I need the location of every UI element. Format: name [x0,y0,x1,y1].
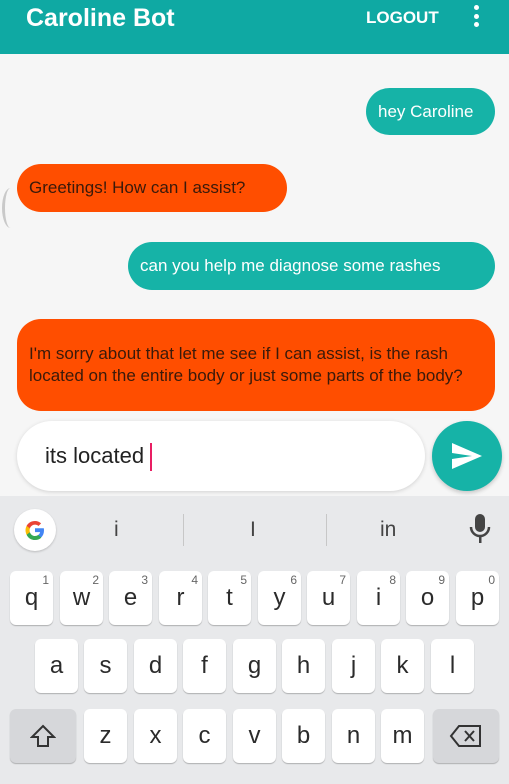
key[interactable]: m [381,709,424,763]
backspace-key[interactable] [433,709,499,763]
suggestion-bar: i I in [0,496,509,560]
key[interactable]: j [332,639,375,693]
key[interactable]: r4 [159,571,202,625]
text-cursor [150,443,153,472]
message-input[interactable]: its located [17,421,425,491]
divider [183,514,184,546]
key[interactable]: f [183,639,226,693]
user-message: can you help me diagnose some rashes [128,242,495,290]
key[interactable]: a [35,639,78,693]
app-title: Caroline Bot [26,4,175,32]
suggestion[interactable]: i [114,518,119,542]
scroll-indicator [2,188,19,228]
app-bar: Caroline Bot LOGOUT [0,0,509,54]
bot-message: Greetings! How can I assist? [17,164,287,212]
key[interactable]: b [282,709,325,763]
suggestion[interactable]: in [380,518,396,542]
mic-icon[interactable] [468,512,492,546]
send-button[interactable] [432,421,502,491]
more-vert-icon[interactable] [466,2,486,30]
key[interactable]: h [282,639,325,693]
key[interactable]: t5 [208,571,251,625]
key[interactable]: u7 [307,571,350,625]
suggestion[interactable]: I [250,518,256,542]
user-message: hey Caroline [366,88,495,135]
key[interactable]: c [183,709,226,763]
key[interactable]: n [332,709,375,763]
message-input-text[interactable]: its located [45,443,153,472]
key[interactable]: d [134,639,177,693]
key[interactable]: z [84,709,127,763]
key[interactable]: x [134,709,177,763]
shift-key[interactable] [10,709,76,763]
key[interactable]: i8 [357,571,400,625]
key[interactable]: g [233,639,276,693]
key[interactable]: s [84,639,127,693]
backspace-icon [449,725,481,747]
logout-button[interactable]: LOGOUT [366,8,439,28]
key[interactable]: q1 [10,571,53,625]
keyboard: i I in q1 w2 e3 r4 t5 y6 u7 i8 o9 p0 a s… [0,496,509,784]
key[interactable]: k [381,639,424,693]
google-icon[interactable] [14,509,56,551]
key[interactable]: y6 [258,571,301,625]
bot-message: I'm sorry about that let me see if I can… [17,319,495,411]
shift-icon [30,724,56,747]
key[interactable]: o9 [406,571,449,625]
key[interactable]: l [431,639,474,693]
divider [326,514,327,546]
key[interactable]: v [233,709,276,763]
send-icon [452,443,482,469]
key[interactable]: p0 [456,571,499,625]
key[interactable]: w2 [60,571,103,625]
key[interactable]: e3 [109,571,152,625]
